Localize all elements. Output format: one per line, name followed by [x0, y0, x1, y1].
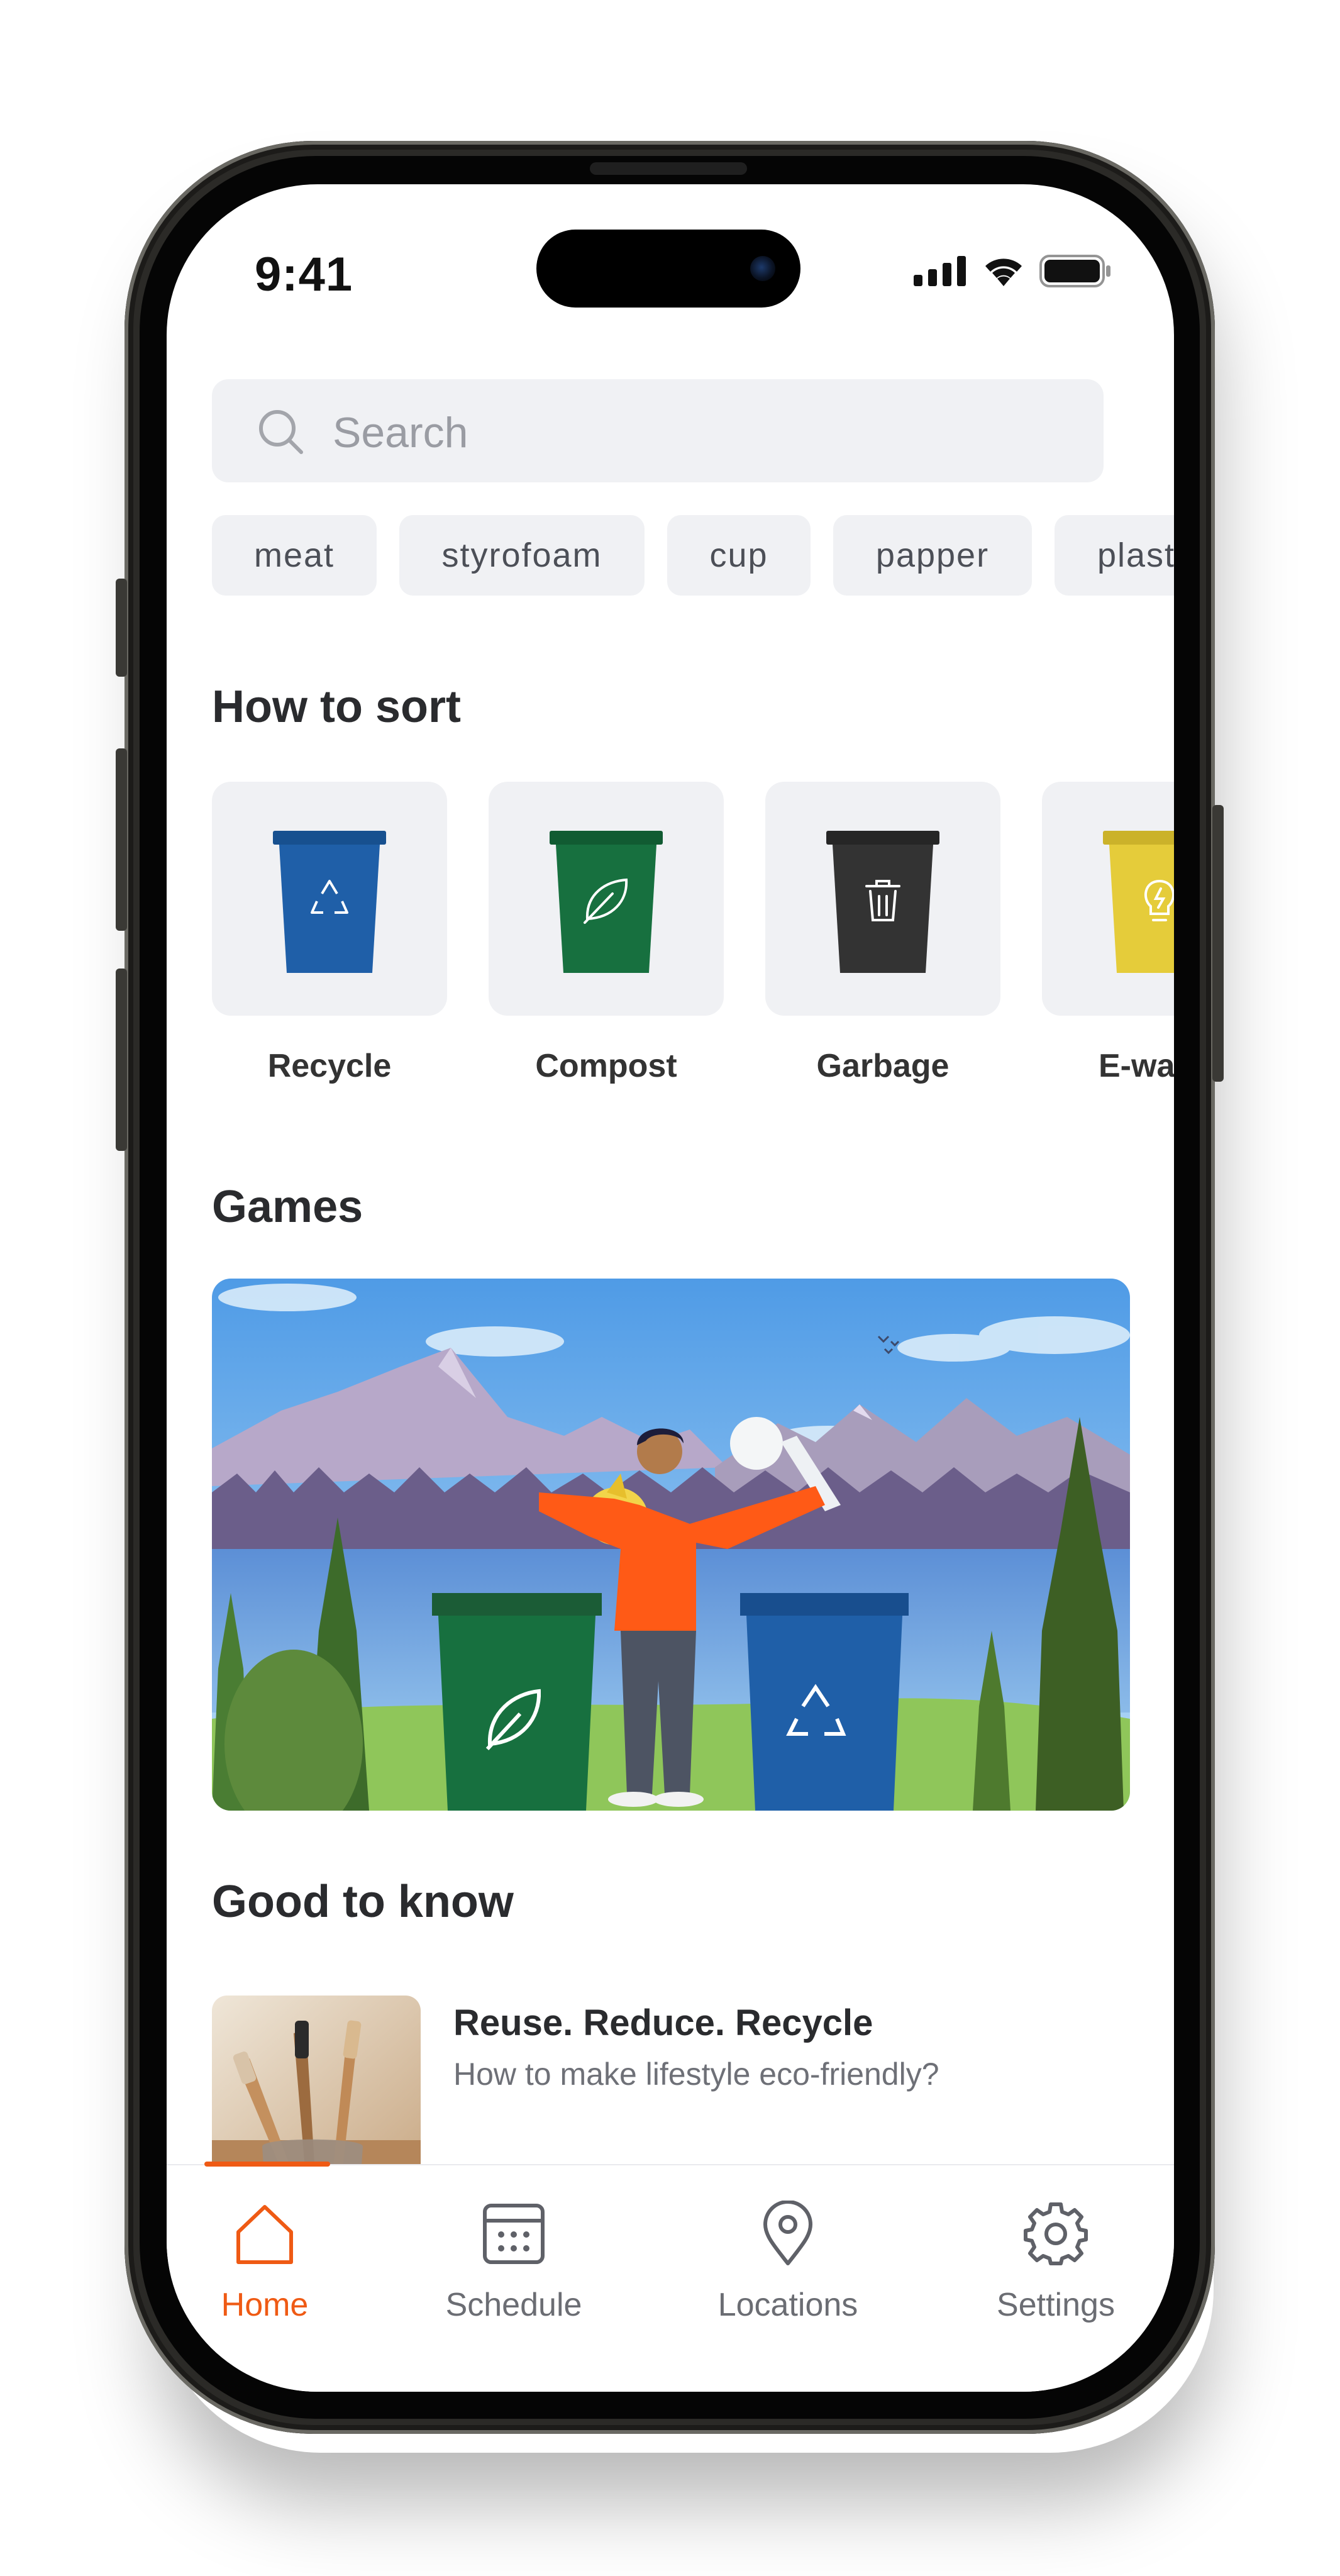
- status-time: 9:41: [255, 248, 353, 301]
- sorting-game-illustration: [212, 1279, 1130, 1811]
- chip-styrofoam[interactable]: styrofoam: [399, 515, 645, 596]
- cellular-signal-icon: [914, 256, 966, 286]
- volume-up-button: [116, 748, 127, 931]
- sort-card-recycle[interactable]: [212, 782, 447, 1016]
- phone-screen: 9:41 Search meat styrofoam cup papper pl…: [167, 184, 1174, 2392]
- tab-active-indicator: [204, 2162, 330, 2167]
- wifi-icon: [985, 258, 1022, 286]
- search-input[interactable]: Search: [212, 379, 1104, 482]
- power-button: [1212, 805, 1224, 1082]
- sort-card-compost[interactable]: [489, 782, 724, 1016]
- chip-meat[interactable]: meat: [212, 515, 377, 596]
- dynamic-island: [536, 230, 800, 308]
- chip-cup[interactable]: cup: [667, 515, 811, 596]
- tab-home[interactable]: Home: [170, 2201, 359, 2339]
- search-icon: [259, 410, 303, 454]
- tab-label-locations: Locations: [717, 2287, 858, 2323]
- article-title[interactable]: Reuse. Reduce. Recycle: [453, 2002, 873, 2044]
- sort-card-e-waste[interactable]: [1042, 782, 1174, 1016]
- how-to-sort-title: How to sort: [212, 682, 461, 732]
- tab-label-home: Home: [221, 2287, 309, 2323]
- garbage-bin-icon: [826, 831, 939, 973]
- sort-label-compost: Compost: [535, 1048, 677, 1084]
- volume-down-button: [116, 969, 127, 1151]
- recycle-bin-icon: [273, 831, 386, 973]
- gear-icon: [1024, 2202, 1088, 2265]
- tab-label-schedule: Schedule: [445, 2287, 582, 2323]
- sort-label-recycle: Recycle: [267, 1048, 392, 1084]
- tab-locations[interactable]: Locations: [694, 2201, 882, 2339]
- article-thumbnail[interactable]: [212, 1996, 421, 2184]
- e-waste-bin-icon: [1103, 831, 1174, 973]
- action-button: [116, 579, 127, 677]
- chip-papper[interactable]: papper: [833, 515, 1032, 596]
- tab-label-settings: Settings: [997, 2287, 1115, 2323]
- earpiece-speaker: [590, 162, 747, 175]
- battery-icon: [1039, 255, 1110, 287]
- status-icons: [914, 255, 1112, 287]
- search-placeholder: Search: [333, 409, 468, 457]
- calendar-icon: [483, 2204, 545, 2264]
- location-pin-icon: [763, 2201, 812, 2265]
- front-camera-icon: [750, 256, 775, 281]
- tab-schedule[interactable]: Schedule: [419, 2201, 608, 2339]
- tab-settings[interactable]: Settings: [961, 2201, 1150, 2339]
- good-to-know-title: Good to know: [212, 1877, 514, 1927]
- sort-label-e-waste: E-wa: [1099, 1048, 1174, 1084]
- article-subtitle: How to make lifestyle eco-friendly?: [453, 2057, 939, 2092]
- games-title: Games: [212, 1182, 363, 1232]
- bamboo-toothbrush-photo: [212, 1996, 421, 2184]
- sort-card-garbage[interactable]: [765, 782, 1000, 1016]
- home-icon: [236, 2205, 293, 2264]
- compost-bin-icon: [550, 831, 663, 973]
- chip-plast[interactable]: plast: [1055, 515, 1174, 596]
- sort-label-garbage: Garbage: [816, 1048, 950, 1084]
- game-banner[interactable]: [212, 1279, 1130, 1811]
- tab-bar: Home Schedule Locations Settings: [167, 2162, 1174, 2392]
